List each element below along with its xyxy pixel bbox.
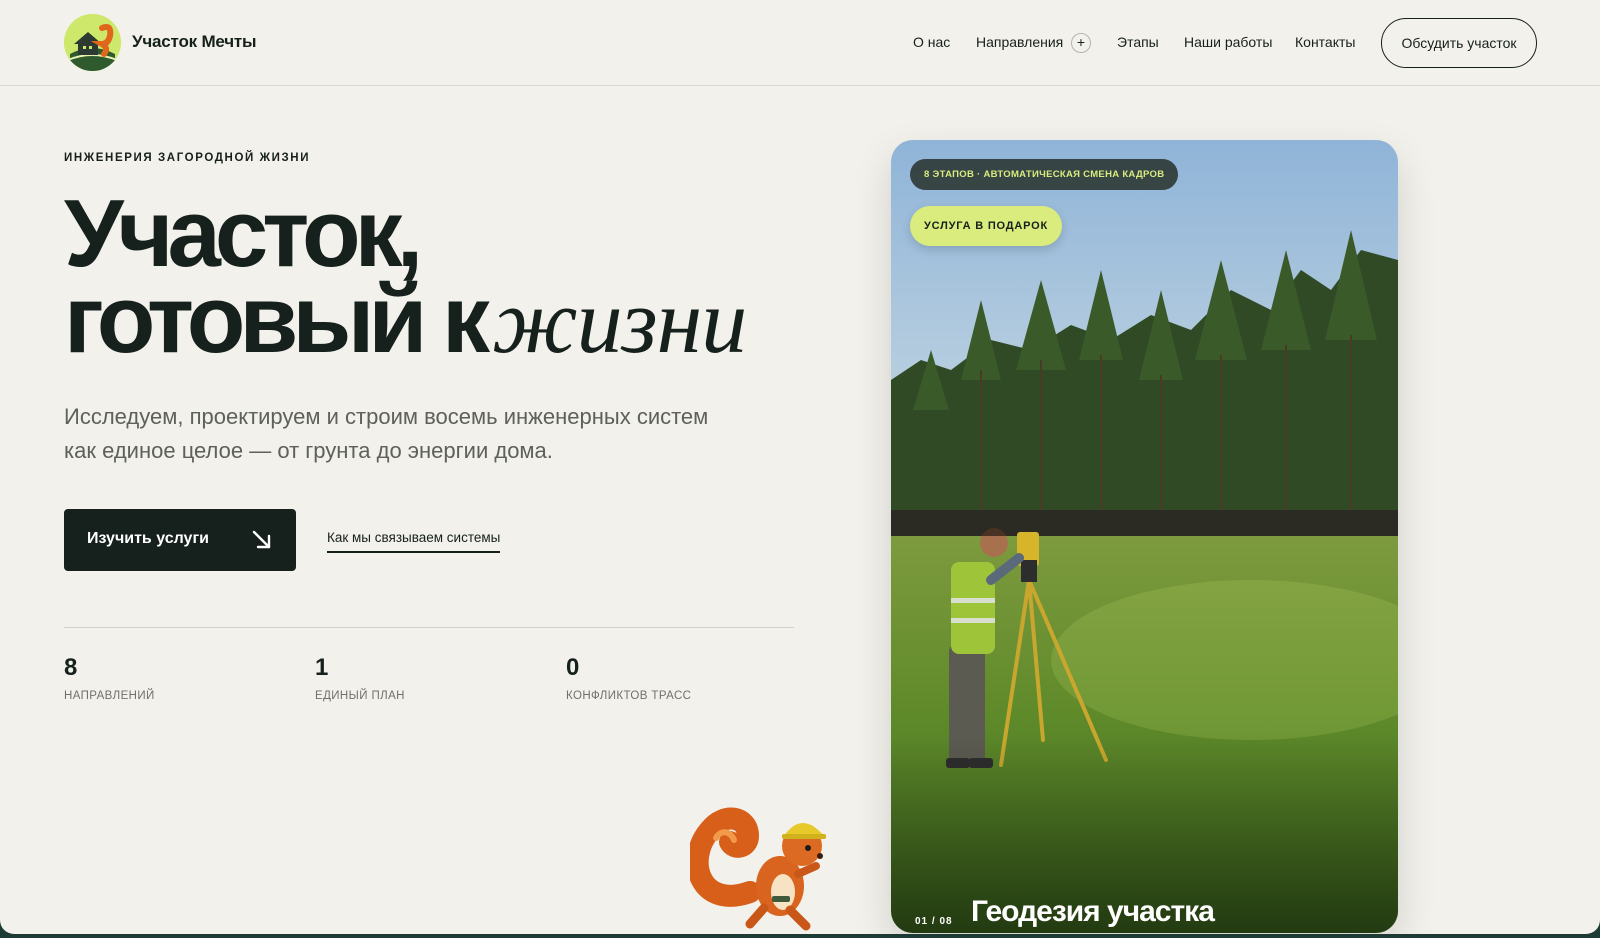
slide-counter: 01 / 08 bbox=[915, 916, 953, 927]
nav-works[interactable]: Наши работы bbox=[1184, 34, 1272, 50]
nav-contacts[interactable]: Контакты bbox=[1295, 34, 1355, 50]
nav-directions[interactable]: Направления bbox=[976, 34, 1063, 50]
stat-value-directions: 8 bbox=[64, 654, 78, 681]
nav-directions-expand-icon[interactable]: + bbox=[1071, 33, 1091, 53]
stat-label-directions: НАПРАВЛЕНИЙ bbox=[64, 690, 155, 702]
nav-stages[interactable]: Этапы bbox=[1117, 34, 1159, 50]
brand-name[interactable]: Участок Мечты bbox=[132, 32, 257, 52]
stat-value-conflicts: 0 bbox=[566, 654, 580, 681]
hero-lead: Исследуем, проектируем и строим восемь и… bbox=[64, 404, 709, 463]
squirrel-mascot-icon bbox=[690, 807, 826, 931]
stat-value-plan: 1 bbox=[315, 654, 329, 681]
stat-label-plan: ЕДИНЫЙ ПЛАН bbox=[315, 690, 405, 702]
explore-services-button[interactable]: Изучить услуги bbox=[64, 509, 296, 571]
discuss-plot-button[interactable]: Обсудить участок bbox=[1381, 18, 1537, 68]
explore-services-label: Изучить услуги bbox=[87, 530, 209, 547]
gift-badge[interactable]: УСЛУГА В ПОДАРОК bbox=[910, 206, 1062, 246]
slide-title: Геодезия участка bbox=[971, 895, 1215, 928]
hero-title-line2: готовый кжизни bbox=[64, 272, 747, 368]
site-header: Участок Мечты О нас Направления + Этапы … bbox=[0, 0, 1600, 86]
stats-divider bbox=[64, 627, 794, 628]
arrow-down-right-icon bbox=[252, 530, 271, 549]
hero-title-italic: жизни bbox=[492, 270, 747, 372]
nav-about[interactable]: О нас bbox=[913, 34, 950, 50]
geodesy-photo bbox=[891, 140, 1398, 933]
hero-eyebrow: ИНЖЕНЕРИЯ ЗАГОРОДНОЙ ЖИЗНИ bbox=[64, 152, 311, 164]
page: Участок Мечты О нас Направления + Этапы … bbox=[0, 0, 1600, 934]
logo-icon[interactable] bbox=[64, 14, 121, 71]
hero-title-plain: готовый к bbox=[64, 266, 490, 373]
how-we-connect-link[interactable]: Как мы связываем системы bbox=[327, 530, 501, 553]
slider-tag: 8 ЭТАПОВ · АВТОМАТИЧЕСКАЯ СМЕНА КАДРОВ bbox=[910, 159, 1179, 190]
services-slider[interactable]: 8 ЭТАПОВ · АВТОМАТИЧЕСКАЯ СМЕНА КАДРОВ У… bbox=[891, 140, 1398, 933]
stat-label-conflicts: КОНФЛИКТОВ ТРАСС bbox=[566, 690, 692, 702]
